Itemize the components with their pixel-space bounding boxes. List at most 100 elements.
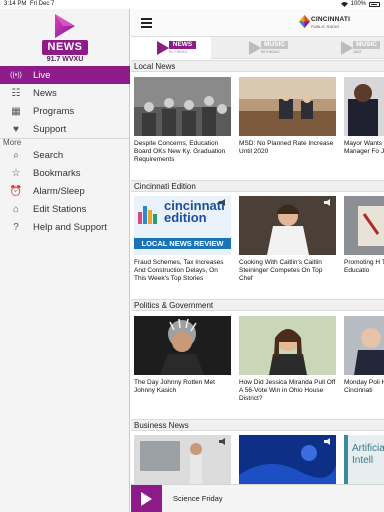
now-playing-title: Science Friday <box>173 494 223 503</box>
story-card[interactable]: Promoting H Through Dia And Educatio <box>344 196 384 275</box>
play-logo-icon <box>55 14 75 38</box>
thumb-headline: Artificial Intell <box>352 443 384 466</box>
sidebar-item-help[interactable]: ? Help and Support <box>0 218 130 236</box>
story-thumbnail <box>134 77 231 136</box>
station-callsign: 90.9 WGUC <box>261 50 280 54</box>
status-time: 3:14 PM <box>4 1 27 7</box>
play-icon <box>249 41 261 55</box>
story-caption: Mayor Wants 'Thorough' Manager Fo Job <box>344 140 384 155</box>
story-caption: Fraud Schemes, Tax Increases And Constru… <box>134 259 224 282</box>
sidebar-item-label: Live <box>33 69 51 81</box>
story-caption: The Day Johnny Rotten Met Johnny Kasich <box>134 379 215 394</box>
story-card[interactable]: Monday Poli H.W. Bush's Cincinnati <box>344 316 384 395</box>
thumb-banner: LOCAL NEWS REVIEW <box>134 238 231 249</box>
audio-icon <box>219 438 225 445</box>
story-thumbnail <box>239 77 336 136</box>
station-callsign: JAZZ <box>353 50 362 54</box>
story-card[interactable]: Despite Concerns, Education Board OKs Ne… <box>134 77 231 164</box>
home-icon: ⌂ <box>12 203 20 215</box>
story-caption: MSD: No Planned Rate Increase Until 2020 <box>239 140 334 155</box>
story-thumbnail <box>134 316 231 375</box>
sidebar-item-label: Support <box>33 123 67 135</box>
support-icon: ♥ <box>13 123 19 135</box>
status-bar: 3:14 PM Fri Dec 7 100% <box>0 0 384 9</box>
section-header-business-news[interactable]: Business News <box>131 419 384 431</box>
alarm-clock-icon: ⏰ <box>9 185 23 197</box>
play-icon <box>341 41 353 55</box>
section-header-politics-government[interactable]: Politics & Government <box>131 299 384 311</box>
station-tab-music[interactable]: MUSIC 90.9 WGUC <box>223 37 303 59</box>
cpr-logo-name: CINCINNATI <box>311 16 351 23</box>
sidebar-item-search[interactable]: ⌕ Search <box>0 146 130 164</box>
logo-callsign: 91.7 WVXU <box>46 56 84 63</box>
story-thumbnail <box>344 196 384 255</box>
audio-icon <box>324 199 330 206</box>
battery-icon <box>369 1 380 7</box>
story-card[interactable]: cincinnati edition LOCAL NEWS REVIEW Fra… <box>134 196 231 283</box>
wifi-icon <box>340 1 348 7</box>
story-caption: Monday Poli H.W. Bush's Cincinnati <box>344 379 384 394</box>
sidebar-item-edit-stations[interactable]: ⌂ Edit Stations <box>0 200 130 218</box>
story-card[interactable]: Cooking With Caitlin's Caitlin Steininge… <box>239 196 336 283</box>
section-header-local-news[interactable]: Local News <box>131 60 384 72</box>
story-thumbnail <box>344 77 384 136</box>
sidebar-item-programs[interactable]: ▦ Programs <box>0 102 130 120</box>
story-thumbnail <box>344 316 384 375</box>
cpr-logo-sub: PUBLIC RADIO <box>311 24 340 29</box>
star-icon: ☆ <box>11 167 21 179</box>
search-icon: ⌕ <box>13 149 19 161</box>
station-switcher: NEWS 91.7 WVXU MUSIC 90.9 WGUC MUSIC JAZ… <box>131 37 384 59</box>
sidebar-item-label: News <box>33 87 57 99</box>
story-thumbnail <box>239 316 336 375</box>
sidebar-item-bookmarks[interactable]: ☆ Bookmarks <box>0 164 130 182</box>
calendar-icon: ▦ <box>11 105 21 117</box>
broadcast-icon: ((•)) <box>10 71 22 79</box>
story-thumbnail <box>239 196 336 255</box>
story-card[interactable]: MSD: No Planned Rate Increase Until 2020 <box>239 77 336 156</box>
sidebar-item-label: Alarm/Sleep <box>33 185 85 197</box>
story-thumbnail: cincinnati edition LOCAL NEWS REVIEW <box>134 196 231 255</box>
logo-news-label: NEWS <box>42 40 88 55</box>
cincinnati-public-radio-logo: CINCINNATI PUBLIC RADIO <box>299 13 351 33</box>
sidebar-item-support[interactable]: ♥ Support <box>0 120 130 138</box>
section-header-cincinnati-edition[interactable]: Cincinnati Edition <box>131 180 384 192</box>
sidebar-item-label: Edit Stations <box>33 203 87 215</box>
status-indicators: 100% <box>340 1 380 7</box>
top-bar: CINCINNATI PUBLIC RADIO <box>131 9 384 37</box>
station-label: MUSIC <box>261 41 288 49</box>
story-caption: Promoting H Through Dia And Educatio <box>344 259 384 274</box>
station-label: NEWS <box>169 41 196 49</box>
station-callsign: 91.7 WVXU <box>169 50 188 54</box>
station-label: MUSIC <box>353 41 380 49</box>
sidebar-item-live[interactable]: ((•)) Live <box>0 66 130 84</box>
station-tab-news[interactable]: NEWS 91.7 WVXU <box>131 37 211 59</box>
help-icon: ? <box>13 221 19 233</box>
sidebar-item-label: Bookmarks <box>33 167 81 179</box>
cpr-logo-mark-icon <box>299 15 310 28</box>
main-content: CINCINNATI PUBLIC RADIO NEWS 91.7 WVXU M… <box>131 9 384 512</box>
station-logo: NEWS 91.7 WVXU <box>40 12 90 65</box>
story-card[interactable]: Mayor Wants 'Thorough' Manager Fo Job <box>344 77 384 156</box>
story-caption: How Did Jessica Miranda Pull Off A 56-Vo… <box>239 379 336 402</box>
story-card[interactable]: How Did Jessica Miranda Pull Off A 56-Vo… <box>239 316 336 403</box>
audio-icon <box>219 199 225 206</box>
battery-percent: 100% <box>350 1 366 7</box>
sidebar-item-label: Search <box>33 149 64 161</box>
story-card[interactable]: The Day Johnny Rotten Met Johnny Kasich <box>134 316 231 395</box>
sidebar-item-label: Programs <box>33 105 75 117</box>
play-icon <box>157 41 169 55</box>
status-date: Fri Dec 7 <box>30 1 55 7</box>
station-tab-jazz[interactable]: MUSIC JAZZ <box>315 37 384 59</box>
skyline-icon <box>138 206 157 224</box>
menu-icon[interactable] <box>141 18 152 28</box>
newspaper-icon: ☷ <box>11 87 21 99</box>
sidebar: NEWS 91.7 WVXU ((•)) Live ☷ News ▦ Progr… <box>0 9 130 512</box>
story-caption: Despite Concerns, Education Board OKs Ne… <box>134 140 226 163</box>
sidebar-item-alarm-sleep[interactable]: ⏰ Alarm/Sleep <box>0 182 130 200</box>
now-playing-bar[interactable]: Science Friday <box>131 484 384 512</box>
sidebar-item-news[interactable]: ☷ News <box>0 84 130 102</box>
app-screen: 3:14 PM Fri Dec 7 100% NEWS 91.7 WVXU ((… <box>0 0 384 512</box>
sidebar-item-label: Help and Support <box>33 221 107 233</box>
play-button[interactable] <box>131 485 162 512</box>
story-caption: Cooking With Caitlin's Caitlin Steininge… <box>239 259 323 282</box>
